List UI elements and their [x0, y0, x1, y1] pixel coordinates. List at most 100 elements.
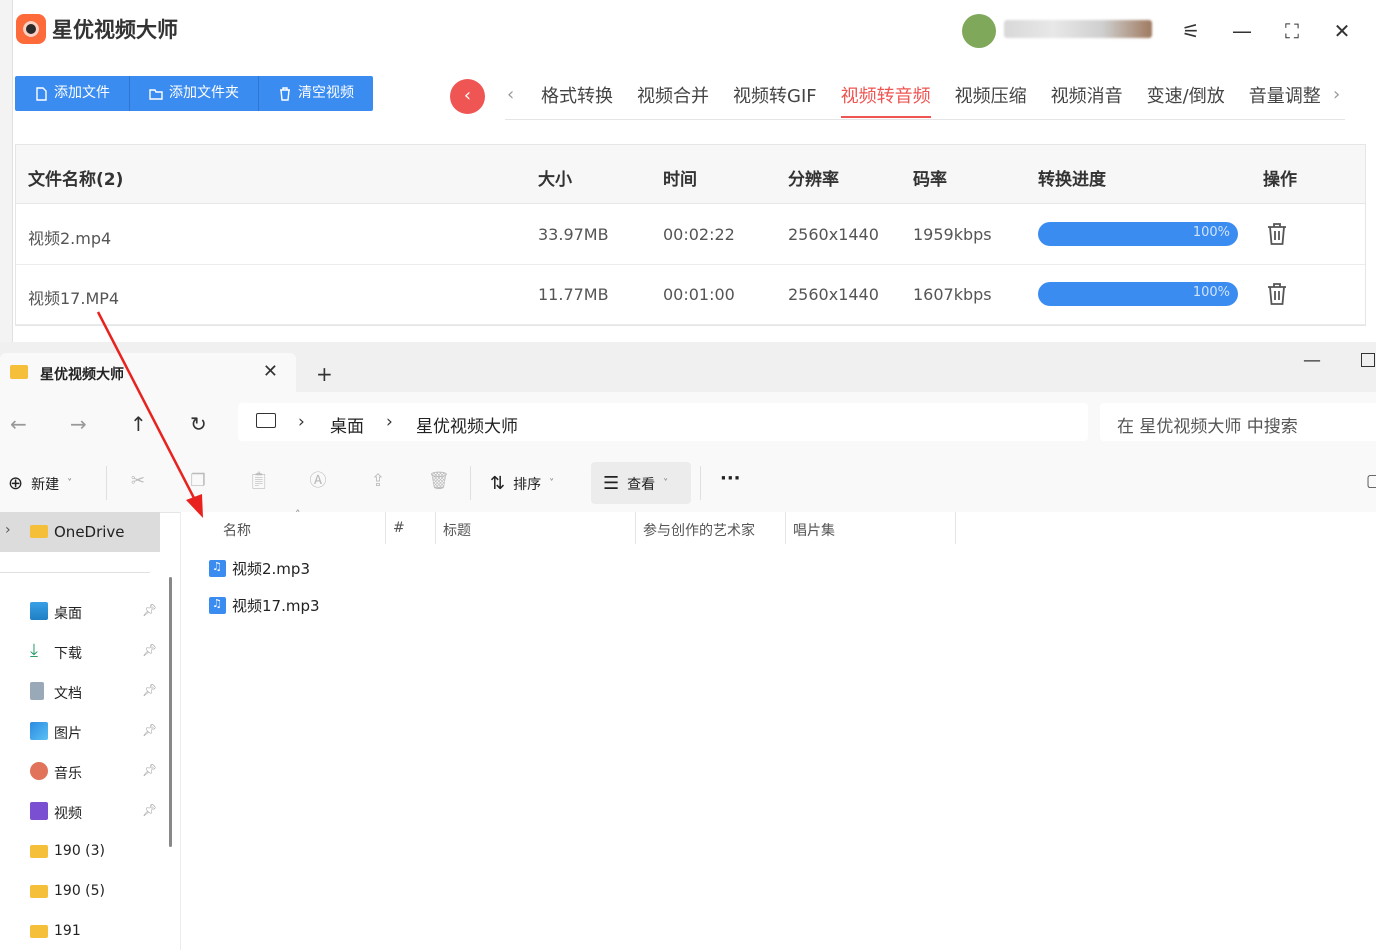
explorer-minimize-button[interactable]: —	[1303, 350, 1321, 371]
add-file-label: 添加文件	[54, 85, 110, 101]
app-title: 星优视频大师	[52, 18, 178, 42]
sidebar-item-label: 191	[54, 923, 81, 939]
tab-format-convert[interactable]: 格式转换	[541, 82, 613, 118]
view-label: 查看	[627, 476, 656, 493]
table-row[interactable]: 视频2.mp4 33.97MB 00:02:22 2560x1440 1959k…	[16, 204, 1365, 265]
delete-icon[interactable]: 🗑︎	[428, 471, 450, 491]
sidebar-item-documents[interactable]: 文档 📌︎	[0, 674, 160, 710]
tab-video-mute[interactable]: 视频消音	[1051, 82, 1123, 118]
explorer-tab[interactable]: 星优视频大师 ✕	[0, 353, 296, 392]
column-number[interactable]: #	[393, 520, 405, 536]
sidebar-item-pictures[interactable]: 图片 📌︎	[0, 714, 160, 750]
sidebar-scrollbar[interactable]	[169, 577, 172, 847]
details-pane-icon[interactable]: ▢	[1364, 471, 1376, 491]
column-name[interactable]: 名称	[223, 520, 251, 540]
sidebar-item-onedrive[interactable]: › OneDrive	[0, 512, 160, 552]
tab-video-to-audio[interactable]: 视频转音频	[840, 82, 931, 118]
paste-icon[interactable]: 📋︎	[248, 471, 270, 491]
row-time: 00:01:00	[663, 285, 735, 304]
tab-video-compress[interactable]: 视频压缩	[955, 82, 1027, 118]
row-file-name: 视频17.MP4	[28, 289, 120, 308]
share-icon[interactable]: ⇪	[368, 471, 388, 491]
view-list-icon: ☰	[603, 473, 620, 494]
tab-video-merge[interactable]: 视频合并	[637, 82, 709, 118]
delete-row-trash-icon[interactable]	[1266, 222, 1288, 246]
table-row[interactable]: 视频17.MP4 11.77MB 00:01:00 2560x1440 1607…	[16, 264, 1365, 325]
up-arrow-icon[interactable]: ↑	[130, 412, 147, 436]
add-file-button[interactable]: 添加文件	[15, 76, 130, 111]
tabs-back-button[interactable]: ‹	[450, 79, 485, 114]
column-artist[interactable]: 参与创作的艺术家	[643, 520, 755, 540]
column-divider[interactable]	[435, 512, 436, 544]
more-options-button[interactable]: ···	[720, 468, 741, 489]
view-button[interactable]: ☰ 查看 ˅	[603, 473, 668, 494]
settings-sliders-icon[interactable]: ⚟	[1176, 16, 1206, 46]
add-folder-button[interactable]: 添加文件夹	[130, 76, 259, 111]
chevron-down-icon: ˅	[663, 478, 669, 489]
cut-icon[interactable]: ✂	[128, 471, 148, 491]
rename-icon[interactable]: Ⓐ	[308, 471, 328, 491]
column-divider[interactable]	[785, 512, 786, 544]
new-tab-plus-icon[interactable]: +	[316, 362, 333, 386]
minimize-button[interactable]: —	[1227, 16, 1257, 46]
sidebar-item-label: OneDrive	[54, 523, 125, 541]
pin-icon[interactable]: 📌︎	[142, 723, 157, 737]
search-box[interactable]: 在 星优视频大师 中搜索	[1100, 403, 1376, 441]
tab-speed-reverse[interactable]: 变速/倒放	[1147, 82, 1225, 118]
sidebar-item-videos[interactable]: 视频 📌︎	[0, 794, 160, 830]
breadcrumb-chevron-icon[interactable]: ›	[386, 412, 393, 432]
list-item[interactable]: 视频17.mp3	[209, 591, 320, 619]
user-avatar[interactable]	[962, 14, 996, 48]
tab-video-to-gif[interactable]: 视频转GIF	[733, 82, 817, 118]
sidebar-item-music[interactable]: 音乐 📌︎	[0, 754, 160, 790]
pin-icon[interactable]: 📌︎	[142, 803, 157, 817]
col-action: 操作	[1263, 170, 1297, 190]
chevron-right-icon[interactable]: ›	[5, 522, 11, 538]
sidebar-item-folder[interactable]: 191	[0, 914, 160, 950]
back-arrow-icon[interactable]: ←	[10, 412, 27, 436]
column-title[interactable]: 标题	[443, 520, 471, 540]
tab-volume-adjust[interactable]: 音量调整	[1249, 82, 1321, 118]
breadcrumb-chevron-icon[interactable]: ›	[298, 412, 305, 432]
sidebar-item-folder[interactable]: 190 (3)	[0, 834, 160, 870]
file-toolbar: 添加文件 添加文件夹 清空视频	[15, 76, 373, 111]
forward-arrow-icon[interactable]: →	[70, 412, 87, 436]
maximize-button[interactable]: ⛶	[1277, 16, 1307, 46]
delete-row-trash-icon[interactable]	[1266, 282, 1288, 306]
sidebar-item-desktop[interactable]: 桌面 📌︎	[0, 594, 160, 630]
close-tab-icon[interactable]: ✕	[263, 361, 278, 382]
pin-icon[interactable]: 📌︎	[142, 603, 157, 617]
download-icon: ⤓	[30, 640, 38, 661]
column-album[interactable]: 唱片集	[793, 520, 835, 540]
column-divider[interactable]	[635, 512, 636, 544]
sidebar-item-downloads[interactable]: ⤓ 下载 📌︎	[0, 634, 160, 670]
sidebar-item-label: 桌面	[54, 606, 82, 622]
tabs-scroll-left-icon[interactable]: ‹	[507, 84, 514, 105]
close-button[interactable]: ✕	[1327, 16, 1357, 46]
sidebar-item-folder[interactable]: 190 (5)	[0, 874, 160, 910]
address-bar[interactable]: › 桌面 › 星优视频大师	[238, 403, 1088, 441]
col-bitrate: 码率	[913, 170, 947, 190]
refresh-icon[interactable]: ↻	[190, 412, 207, 436]
sidebar-item-label: 下载	[54, 646, 82, 662]
pin-icon[interactable]: 📌︎	[142, 763, 157, 777]
breadcrumb-desktop[interactable]: 桌面	[330, 412, 364, 437]
divider	[470, 466, 471, 500]
list-item[interactable]: 视频2.mp3	[209, 554, 310, 582]
tabs-scroll-right-icon[interactable]: ›	[1333, 84, 1340, 105]
column-divider[interactable]	[385, 512, 386, 544]
folder-icon	[30, 925, 48, 938]
user-name-blurred[interactable]	[1004, 20, 1152, 38]
copy-icon[interactable]: ❐	[188, 471, 208, 491]
explorer-maximize-button[interactable]	[1361, 353, 1375, 367]
new-button[interactable]: ⊕ 新建 ˅	[8, 473, 72, 494]
pin-icon[interactable]: 📌︎	[142, 683, 157, 697]
pictures-icon	[30, 722, 48, 740]
clear-videos-button[interactable]: 清空视频	[259, 76, 373, 111]
sort-button[interactable]: ⇅ 排序 ˅	[490, 473, 554, 494]
breadcrumb-current-folder[interactable]: 星优视频大师	[416, 412, 518, 437]
column-divider[interactable]	[955, 512, 956, 544]
row-bitrate: 1959kbps	[913, 225, 992, 244]
sort-ascending-icon: ˄	[295, 508, 301, 521]
pin-icon[interactable]: 📌︎	[142, 643, 157, 657]
